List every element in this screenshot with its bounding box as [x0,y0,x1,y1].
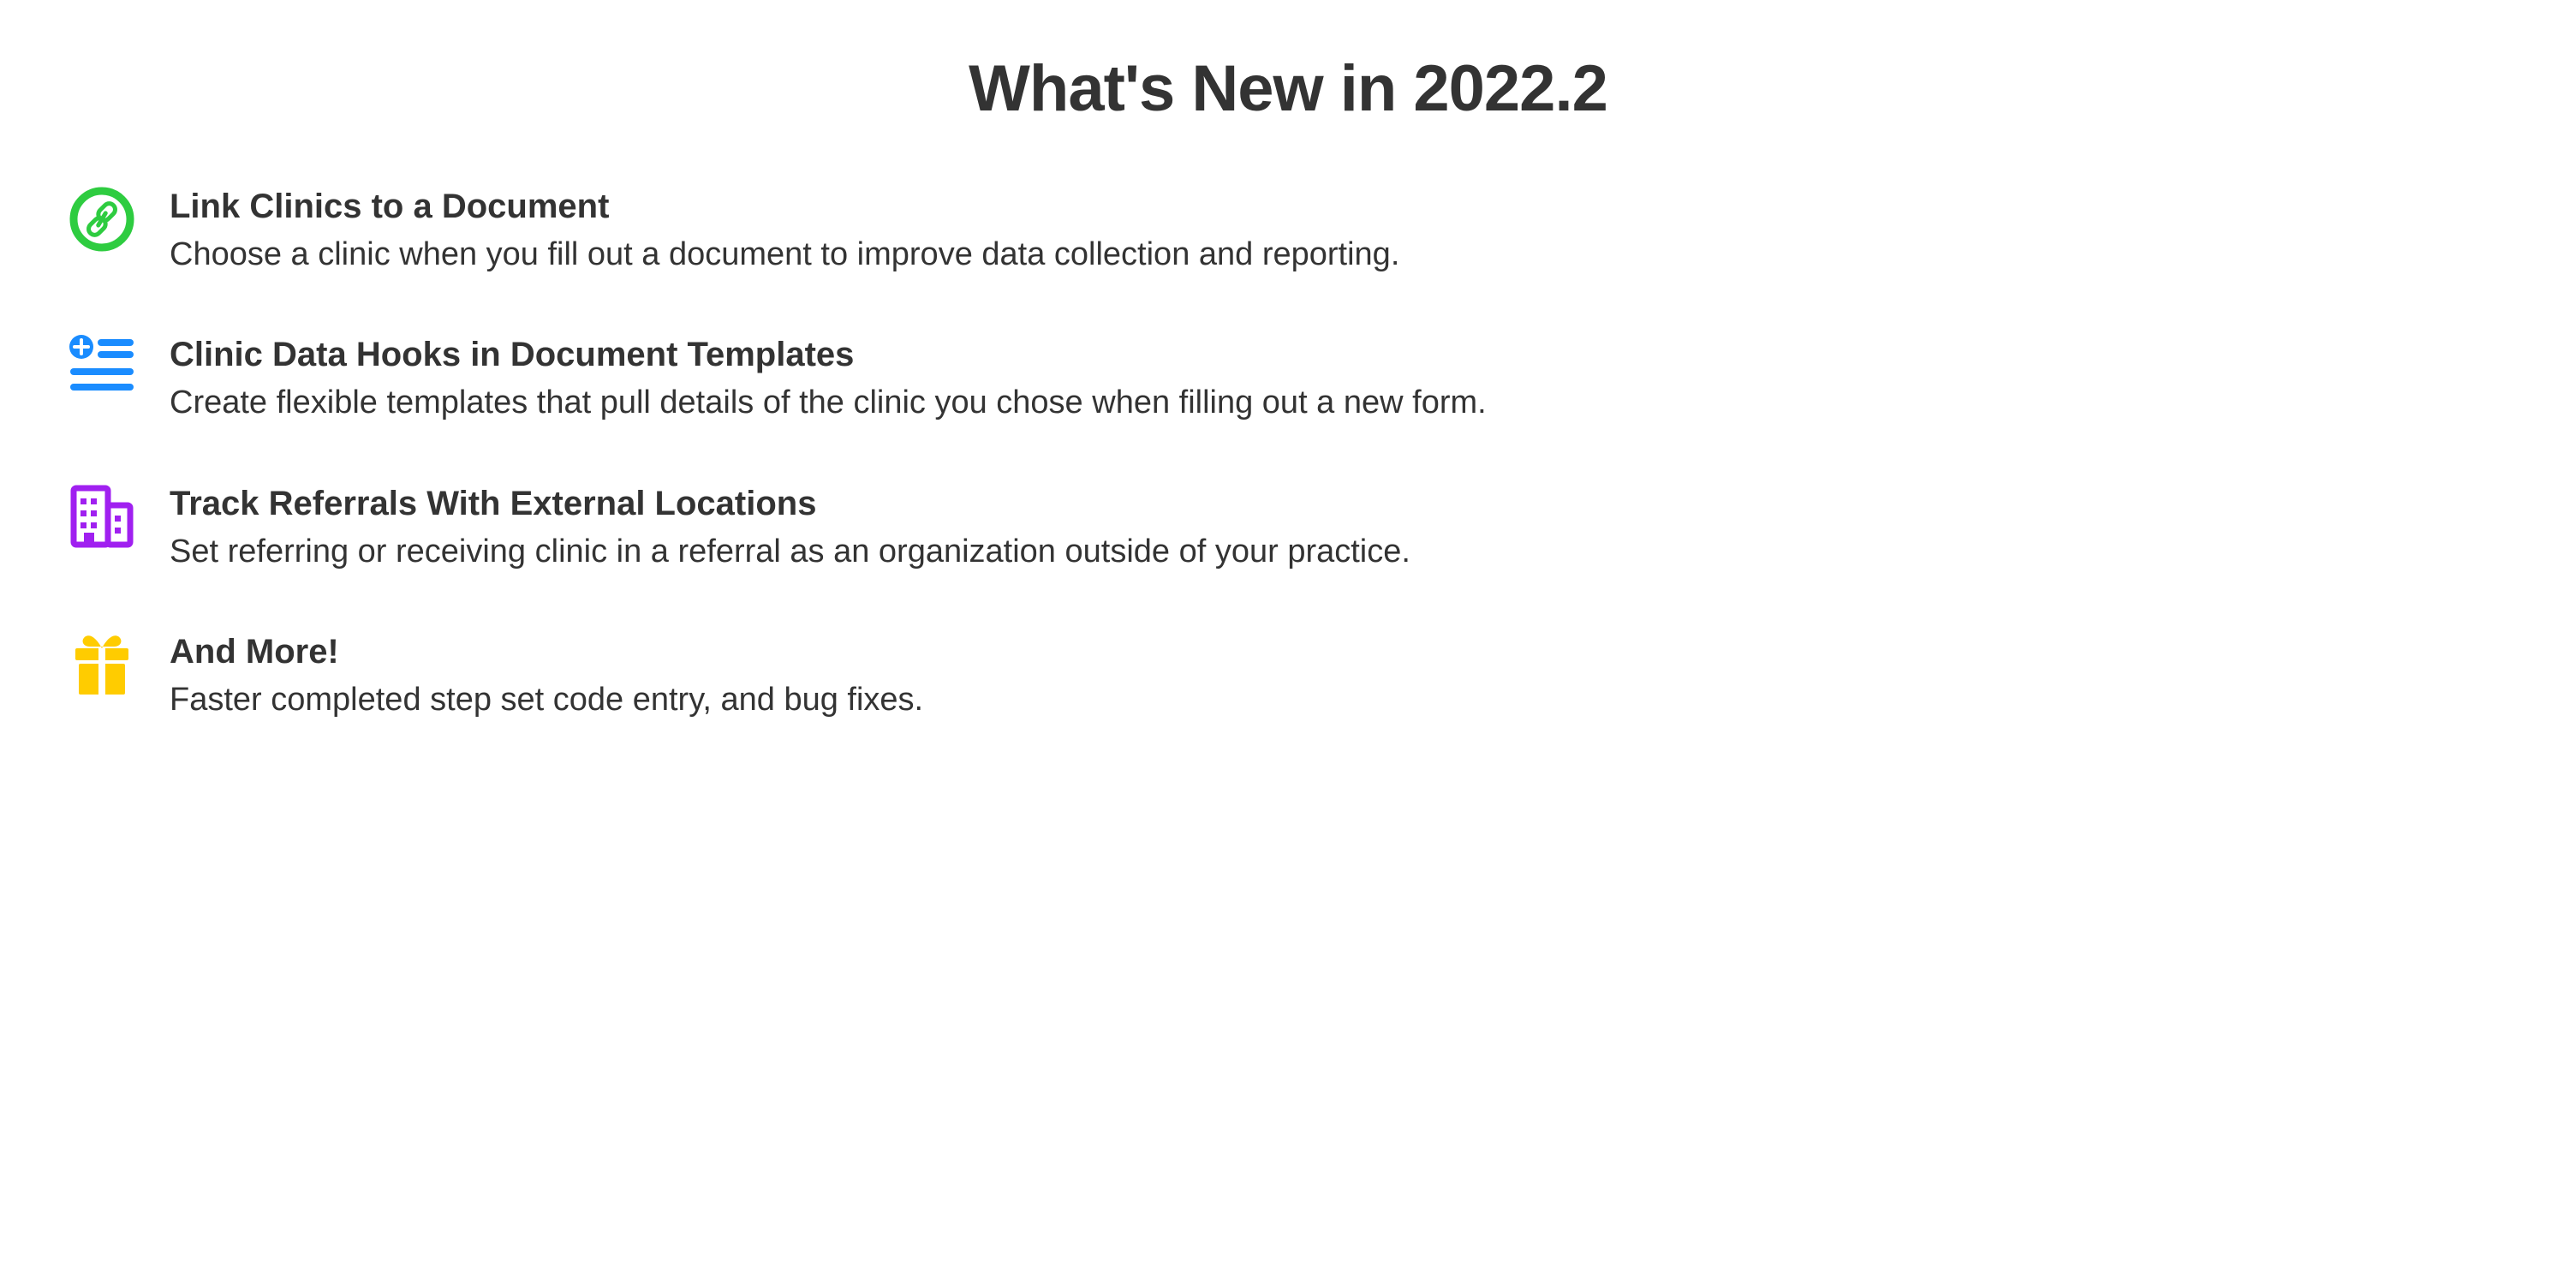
gift-icon [69,631,135,698]
feature-text: Link Clinics to a Document Choose a clin… [170,186,2507,276]
feature-title: Clinic Data Hooks in Document Templates [170,334,2507,375]
feature-description: Choose a clinic when you fill out a docu… [170,234,2507,276]
feature-title: And More! [170,631,2507,672]
feature-data-hooks: Clinic Data Hooks in Document Templates … [69,334,2507,424]
feature-title: Link Clinics to a Document [170,186,2507,227]
feature-and-more: And More! Faster completed step set code… [69,631,2507,721]
feature-description: Set referring or receiving clinic in a r… [170,531,2507,573]
features-list: Link Clinics to a Document Choose a clin… [69,186,2507,722]
feature-text: Clinic Data Hooks in Document Templates … [170,334,2507,424]
feature-title: Track Referrals With External Locations [170,483,2507,524]
building-icon [69,483,135,550]
feature-description: Create flexible templates that pull deta… [170,382,2507,424]
page-title: What's New in 2022.2 [69,51,2507,126]
feature-link-clinics: Link Clinics to a Document Choose a clin… [69,186,2507,276]
link-icon [69,186,135,253]
feature-text: Track Referrals With External Locations … [170,483,2507,573]
feature-text: And More! Faster completed step set code… [170,631,2507,721]
feature-description: Faster completed step set code entry, an… [170,679,2507,721]
feature-track-referrals: Track Referrals With External Locations … [69,483,2507,573]
list-plus-icon [69,334,135,401]
